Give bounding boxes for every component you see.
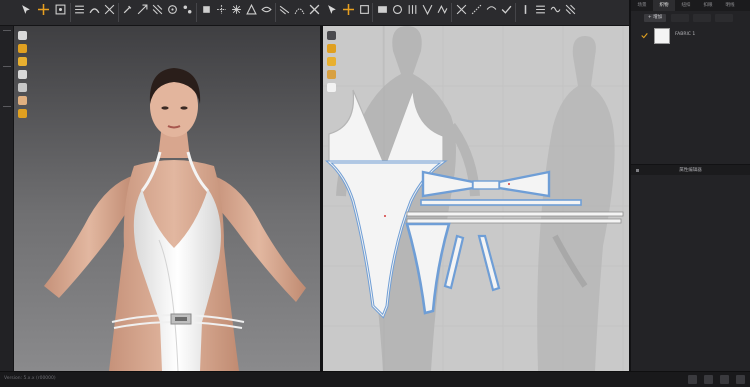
hand-view-icon[interactable] <box>18 70 27 79</box>
arrange-icon[interactable] <box>74 4 85 15</box>
transform-icon[interactable] <box>343 4 354 15</box>
3d-view-toolbar <box>18 31 28 122</box>
transform-pattern-icon[interactable] <box>38 4 49 15</box>
view-mode-icon[interactable] <box>688 375 697 384</box>
add-fabric-button[interactable]: + 增加 <box>644 14 666 22</box>
camera-icon[interactable] <box>327 31 336 40</box>
avatar-view-icon[interactable] <box>18 96 27 105</box>
left-side-strip <box>0 26 14 371</box>
pattern-bow[interactable] <box>421 170 551 198</box>
select-mesh-icon[interactable] <box>104 4 115 15</box>
object-browser-tabs: 场景 织物 纽扣 扣眼 明线 <box>631 0 750 11</box>
settings-icon[interactable] <box>736 375 745 384</box>
notch-icon[interactable] <box>520 4 531 15</box>
pin-icon[interactable] <box>122 4 133 15</box>
rectangle-icon[interactable] <box>377 4 388 15</box>
edit-pattern-icon[interactable] <box>327 4 338 15</box>
check-icon <box>641 33 648 39</box>
topstitch-icon[interactable] <box>294 4 305 15</box>
hand-view-icon[interactable] <box>327 70 336 79</box>
layer-icon[interactable] <box>279 4 290 15</box>
shrink-icon[interactable] <box>201 4 212 15</box>
fabric-toolbar: + 增加 <box>631 11 750 25</box>
hide-icon[interactable] <box>261 4 272 15</box>
pin-view-icon[interactable] <box>327 44 336 53</box>
2d-pattern-window[interactable] <box>323 26 629 371</box>
elastic-icon[interactable] <box>550 4 561 15</box>
strengthen-icon[interactable] <box>182 4 193 15</box>
deactivate-icon[interactable] <box>246 4 257 15</box>
copy-fabric-button[interactable] <box>671 14 689 22</box>
circle-icon[interactable] <box>392 4 403 15</box>
free-sewing-icon[interactable] <box>486 4 497 15</box>
pleat-icon[interactable] <box>565 4 576 15</box>
version-text: Version: 5.x.x (r00000) <box>4 376 56 381</box>
layout-icon[interactable] <box>704 375 713 384</box>
tab-buttonhole[interactable]: 扣眼 <box>697 0 719 11</box>
fold-icon[interactable] <box>152 4 163 15</box>
texture-view-icon[interactable] <box>327 57 336 66</box>
internal-line-icon[interactable] <box>407 4 418 15</box>
3d-avatar-scene <box>44 68 306 371</box>
simulate-icon[interactable] <box>89 4 100 15</box>
status-bar: Version: 5.x.x (r00000) <box>0 371 750 387</box>
property-editor-label: 属性编辑器 <box>679 168 702 173</box>
2d-pattern-canvas <box>323 26 629 371</box>
freeze-icon[interactable] <box>231 4 242 15</box>
fold-arrange-icon[interactable] <box>535 4 546 15</box>
pin-view-icon[interactable] <box>18 44 27 53</box>
tab-topstitch[interactable]: 明线 <box>719 0 741 11</box>
2d-view-toolbar <box>327 31 337 96</box>
button-icon[interactable] <box>309 4 320 15</box>
measure-view-icon[interactable] <box>327 83 336 92</box>
tab-button[interactable]: 纽扣 <box>675 0 697 11</box>
sewing-icon[interactable] <box>216 4 227 15</box>
measure-icon[interactable] <box>167 4 178 15</box>
delete-fabric-button[interactable] <box>693 14 711 22</box>
layout-split-icon[interactable] <box>720 375 729 384</box>
texture-view-icon[interactable] <box>18 57 27 66</box>
apply-fabric-button[interactable] <box>715 14 733 22</box>
seam-allowance-icon[interactable] <box>456 4 467 15</box>
property-editor-header: 属性编辑器 <box>631 164 750 175</box>
object-browser-panel: 场景 织物 纽扣 扣眼 明线 + 增加 FABRIC 1 属性编辑器 <box>631 0 750 371</box>
color-view-icon[interactable] <box>18 109 27 118</box>
collapse-icon[interactable] <box>636 169 639 172</box>
tab-scene[interactable]: 场景 <box>631 0 653 11</box>
fabric-swatch <box>654 28 670 44</box>
measure-view-icon[interactable] <box>18 83 27 92</box>
tab-fabric[interactable]: 织物 <box>653 0 675 11</box>
camera-icon[interactable] <box>18 31 27 40</box>
fabric-name: FABRIC 1 <box>675 32 696 37</box>
dart-icon[interactable] <box>422 4 433 15</box>
main-toolbar <box>0 0 630 26</box>
fabric-list-item[interactable]: FABRIC 1 <box>637 28 747 44</box>
3d-viewport[interactable] <box>14 26 320 371</box>
edit-point-icon[interactable] <box>55 4 66 15</box>
polygon-icon[interactable] <box>359 4 370 15</box>
check-sewing-icon[interactable] <box>501 4 512 15</box>
tack-icon[interactable] <box>137 4 148 15</box>
select-move-icon[interactable] <box>21 4 32 15</box>
segment-sewing-icon[interactable] <box>471 4 482 15</box>
trace-icon[interactable] <box>437 4 448 15</box>
